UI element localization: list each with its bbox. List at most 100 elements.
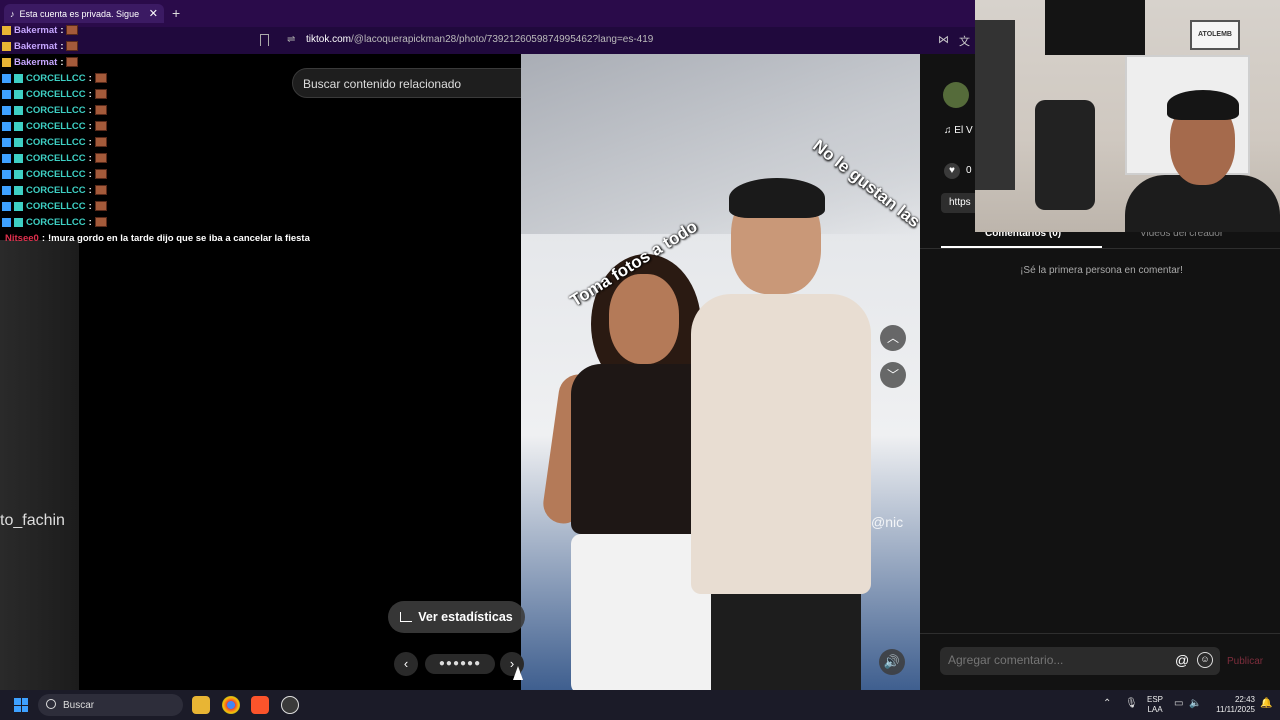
chat-badge-icon [2,217,11,227]
chat-separator: : [88,184,92,196]
chrome-icon[interactable] [222,696,240,714]
chat-emote-icon [94,89,107,99]
photo-man [651,178,871,690]
chat-username[interactable]: CORCELLCC [26,201,86,212]
chat-text: !mura gordo en la tarde dijo que se iba … [47,232,310,244]
chat-emote-icon [94,201,107,211]
chat-badge-icon [14,169,23,179]
chat-badge-icon [2,153,11,163]
chat-badge-icon [14,89,23,99]
network-icon[interactable]: ▭ [1174,698,1183,709]
like-count: 0 [966,165,972,176]
translate-icon[interactable]: 文 [959,33,970,49]
prev-photo-button[interactable]: ‹ [394,652,418,676]
chat-separator: : [88,200,92,212]
chat-username[interactable]: CORCELLCC [26,137,86,148]
chat-separator: : [88,168,92,180]
chat-badge-icon [14,121,23,131]
chat-message: Nitsee0: !mura gordo en la tarde dijo que… [0,230,310,246]
chat-message: Bakermat: [0,22,300,38]
like-icon[interactable]: ♥ [944,163,960,179]
post-comment-button[interactable]: Publicar [1227,656,1263,667]
chat-badge-icon [2,185,11,195]
chat-message: CORCELLCC: [0,166,300,182]
url-domain: tiktok.com [306,34,352,45]
windows-start-icon[interactable] [14,698,28,712]
next-post-button[interactable]: ﹀ [880,362,906,388]
chat-emote-icon [94,105,107,115]
chat-message: CORCELLCC: [0,102,300,118]
chat-username[interactable]: Bakermat [14,41,57,52]
chat-username[interactable]: CORCELLCC [26,105,86,116]
new-tab-button[interactable]: + [172,5,180,21]
chat-emote-icon [66,25,79,35]
file-explorer-icon[interactable] [192,696,210,714]
mic-icon[interactable]: 🎙 [1125,698,1138,709]
chat-username[interactable]: CORCELLCC [26,153,86,164]
chat-badge-icon [2,105,11,115]
chat-username[interactable]: CORCELLCC [26,169,86,180]
stream-chat: Bakermat: Bakermat: Bakermat: CORCELLCC: COR… [0,22,310,246]
volume-button[interactable]: 🔊 [879,649,905,675]
chat-username[interactable]: Bakermat [14,25,57,36]
chat-username[interactable]: CORCELLCC [26,121,86,132]
previous-post-button[interactable]: ︿ [880,325,906,351]
chat-message: CORCELLCC: [0,150,300,166]
left-username: to_fachin [0,512,65,529]
active-tab-indicator [941,246,1102,248]
avatar[interactable] [943,82,969,108]
language-indicator[interactable]: ESP LAA [1147,695,1163,715]
webcam-background-chair [975,20,1015,190]
tabs-divider [920,248,1280,249]
emoji-icon[interactable]: ☺ [1197,652,1213,668]
obs-icon[interactable] [281,696,299,714]
comment-input[interactable] [948,653,1168,667]
chat-badge-icon [2,169,11,179]
url-field[interactable]: tiktok.com/@lacoquerapickman28/photo/739… [306,34,653,45]
chat-badge-icon [2,57,11,67]
webcam-person [1115,90,1280,232]
clock-date: 11/11/2025 [1216,705,1255,714]
taskbar-search[interactable]: Buscar [38,694,183,716]
chat-emote-icon [94,137,107,147]
chat-badge-icon [2,137,11,147]
chat-badge-icon [2,201,11,211]
volume-icon[interactable]: 🔈 [1189,698,1201,709]
clock[interactable]: 22:43 11/11/2025 [1212,695,1255,715]
chat-username[interactable]: CORCELLCC [26,73,86,84]
chat-username[interactable]: Nitsee0 [5,233,39,244]
chat-emote-icon [66,41,79,51]
brave-icon[interactable] [251,696,269,714]
music-label[interactable]: ♫ El V [944,125,973,136]
chat-username[interactable]: CORCELLCC [26,89,86,100]
chat-message: CORCELLCC: [0,86,300,102]
extension-icon[interactable]: ⋈ [938,33,949,46]
browser-tab[interactable]: ♪ Esta cuenta es privada. Sigue ✕ [4,4,164,23]
tiktok-watermark: @nic [871,514,904,530]
webcam-chair [1035,100,1095,210]
chat-separator: : [88,152,92,164]
chat-username[interactable]: CORCELLCC [26,185,86,196]
chat-badge-icon [14,185,23,195]
notification-bell-icon[interactable]: 🔔 [1260,698,1272,709]
tray-chevron-icon[interactable]: ⌃ [1103,698,1111,709]
tab-close-icon[interactable]: ✕ [149,7,158,20]
chat-emote-icon [94,217,107,227]
photo-dots: ●●●●●● [425,654,495,674]
chat-separator: : [88,216,92,228]
search-icon [46,699,56,709]
chat-username[interactable]: CORCELLCC [26,217,86,228]
left-video-panel [0,240,79,690]
clock-time: 22:43 [1234,695,1255,704]
chat-username[interactable]: Bakermat [14,57,57,68]
chat-separator: : [88,136,92,148]
chat-emote-icon [94,153,107,163]
mention-icon[interactable]: @ [1175,652,1189,668]
url-path: /@lacoquerapickman28/photo/7392126059874… [351,34,654,45]
comment-divider [920,633,1280,634]
view-stats-button[interactable]: Ver estadísticas [388,601,525,633]
search-placeholder: Buscar contenido relacionado [303,77,462,91]
chart-icon [400,612,413,622]
screen: ♪ Esta cuenta es privada. Sigue ✕ + ⇌ ti… [0,0,1280,720]
chat-message: Bakermat: [0,54,300,70]
